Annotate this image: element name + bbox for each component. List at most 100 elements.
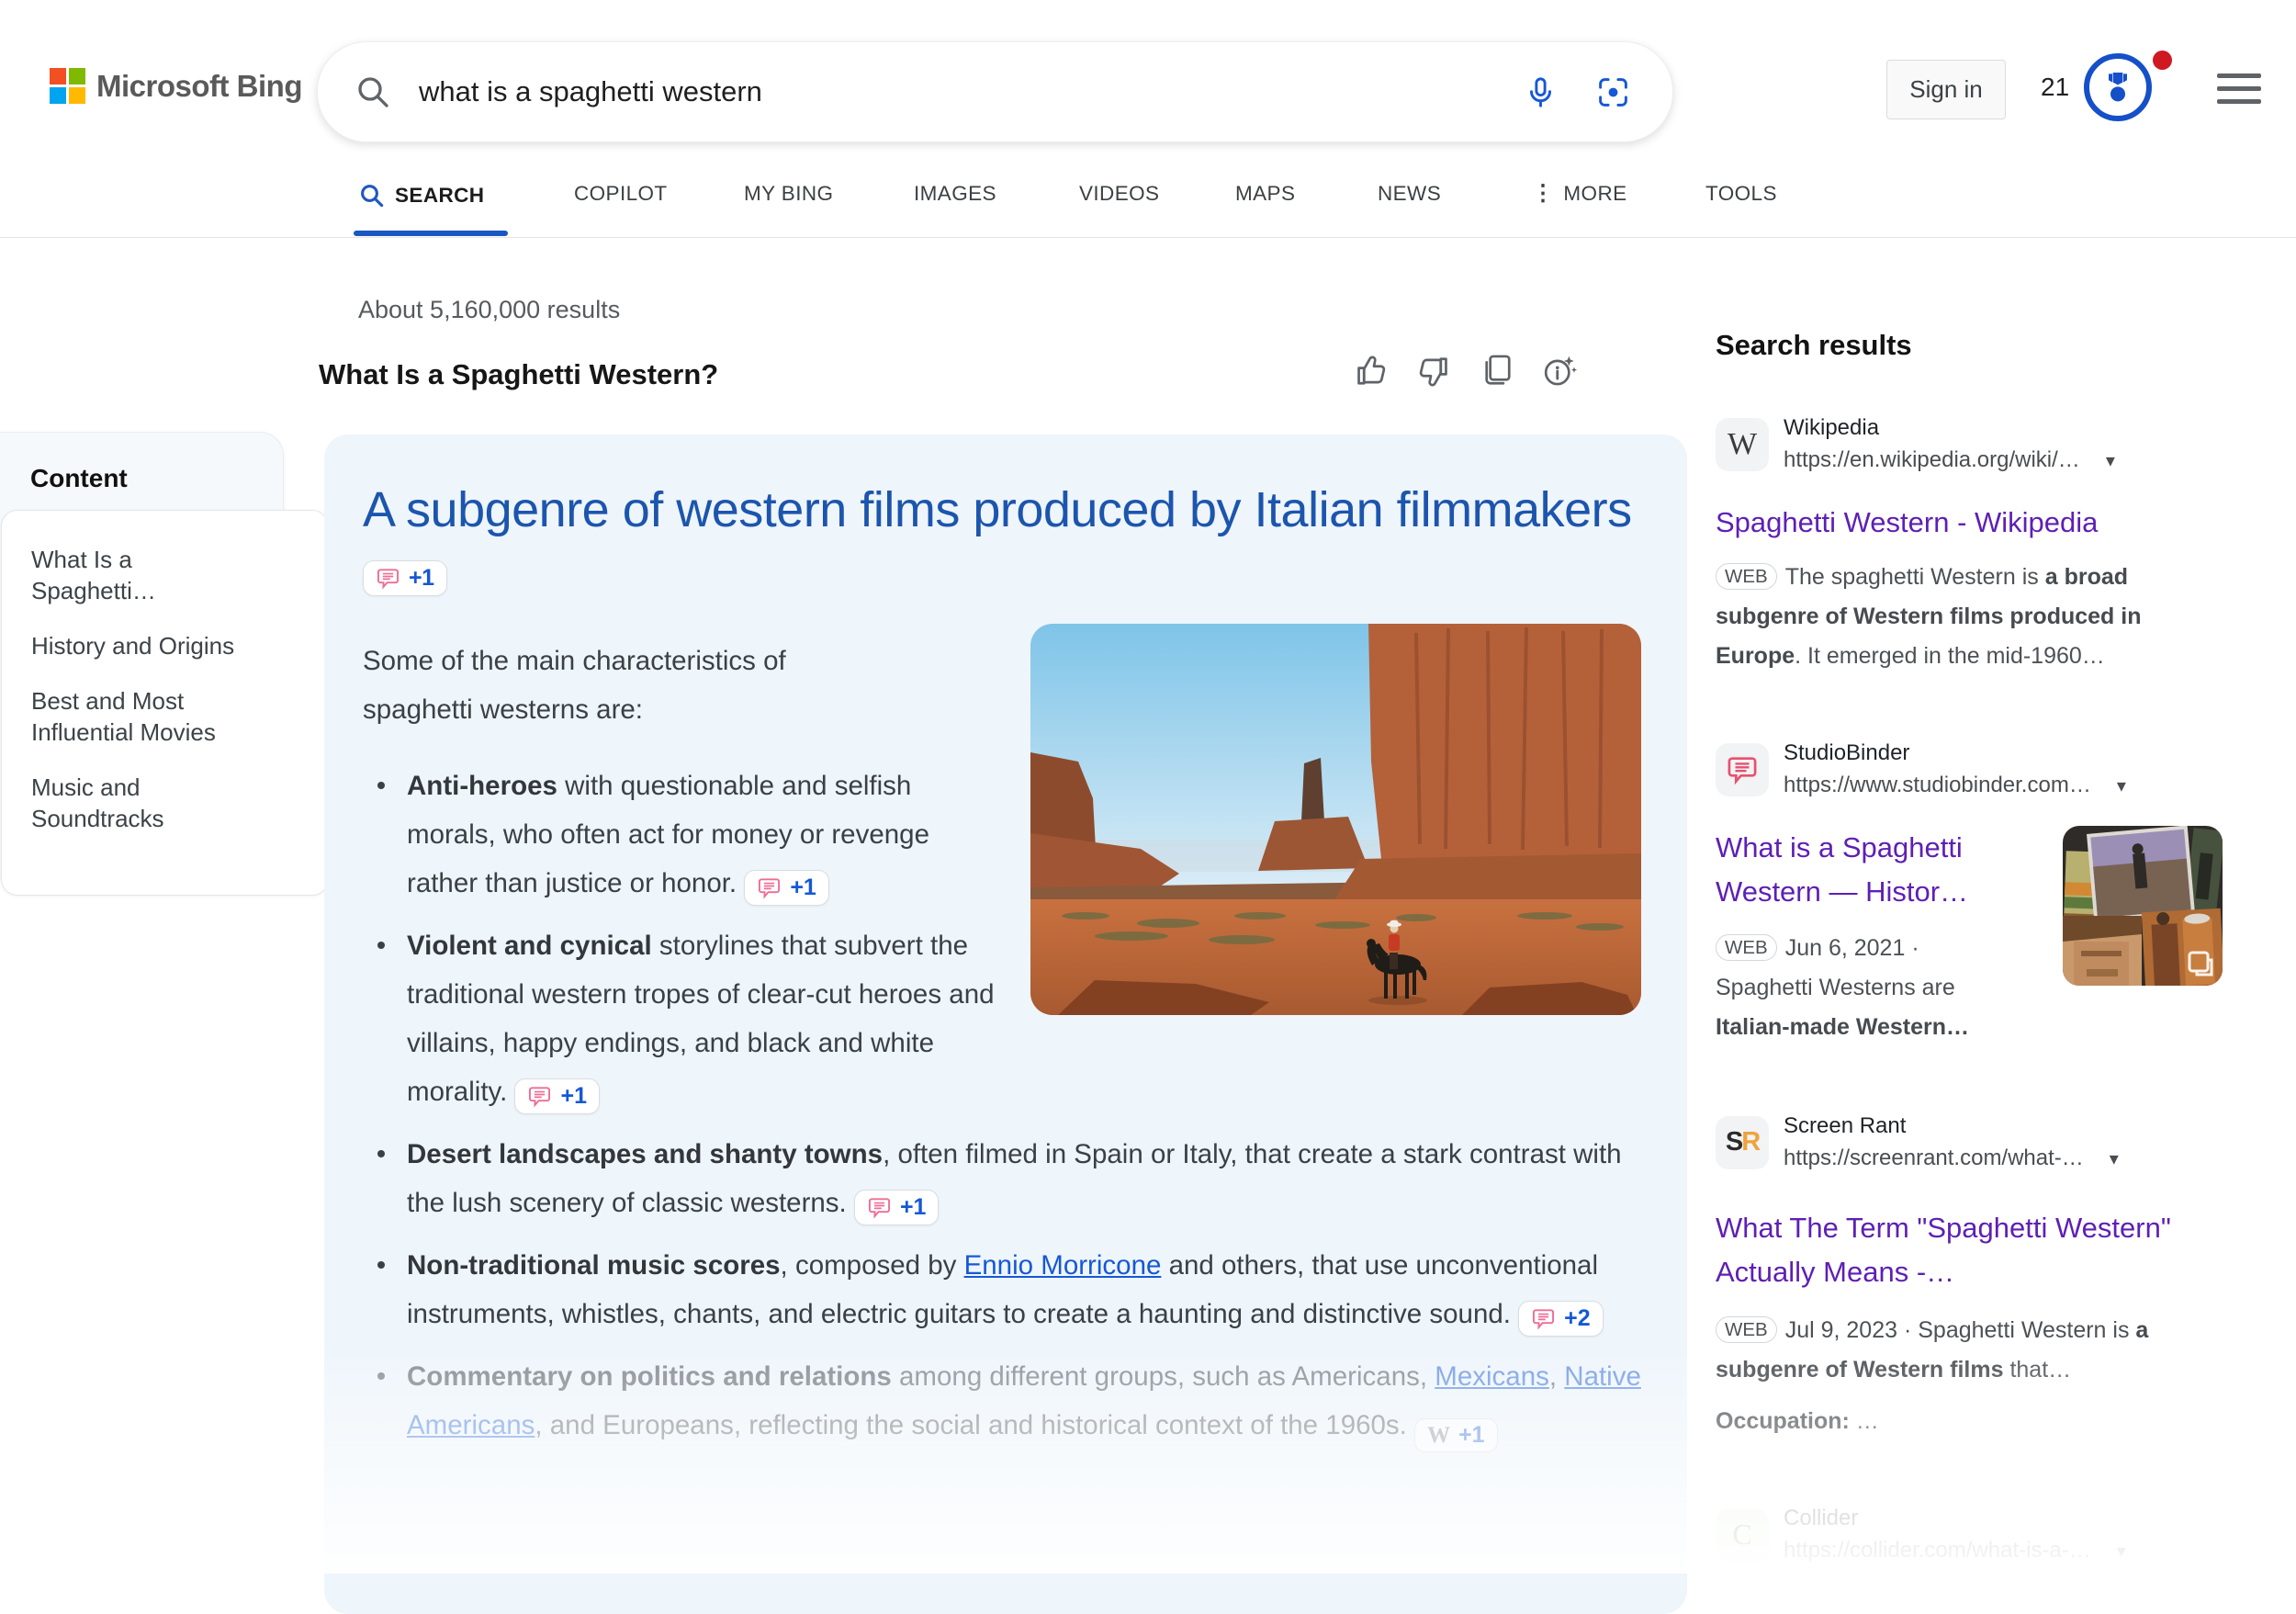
tab-tools[interactable]: TOOLS (1705, 182, 1777, 206)
rewards-widget[interactable]: 21 (2041, 53, 2152, 121)
site-url: https://collider.com/what-is-a-… (1784, 1538, 2091, 1563)
copy-icon[interactable] (1479, 353, 1514, 389)
list-item: Non-traditional music scores, composed b… (363, 1241, 1641, 1338)
citation-badge[interactable]: W+1 (1414, 1418, 1498, 1452)
chat-bubble-icon (867, 1195, 892, 1220)
wikipedia-source-icon: W (1427, 1424, 1450, 1447)
microsoft-logo-icon (50, 68, 85, 104)
result-wikipedia: W Wikipedia https://en.wikipedia.org/wik… (1716, 415, 2223, 676)
microphone-icon[interactable] (1524, 75, 1558, 109)
link-ennio-morricone[interactable]: Ennio Morricone (964, 1250, 1162, 1281)
site-url: https://www.studiobinder.com… (1784, 773, 2091, 798)
studiobinder-favicon (1716, 743, 1769, 796)
citation-badge[interactable]: +1 (744, 870, 829, 906)
chat-bubble-icon (527, 1084, 552, 1109)
tab-videos[interactable]: VIDEOS (1079, 182, 1159, 206)
search-input[interactable] (417, 74, 1524, 109)
result-snippet: WEBJun 6, 2021 · Spaghetti Westerns are … (1716, 929, 2019, 1047)
result-screenrant: SR Screen Rant https://screenrant.com/wh… (1716, 1113, 2223, 1441)
citation-badge[interactable]: +1 (514, 1078, 600, 1114)
content-item-history[interactable]: History and Origins (31, 630, 250, 661)
site-url: https://screenrant.com/what-… (1784, 1146, 2084, 1171)
rewards-count: 21 (2041, 73, 2069, 102)
thumbs-down-icon[interactable] (1416, 353, 1451, 389)
tab-copilot[interactable]: COPILOT (574, 182, 668, 206)
site-name: Wikipedia (1784, 415, 2115, 441)
web-tag: WEB (1716, 1316, 1777, 1343)
hamburger-menu-button[interactable] (2217, 73, 2261, 104)
web-tag: WEB (1716, 934, 1777, 961)
tab-images[interactable]: IMAGES (914, 182, 996, 206)
search-tab-icon (358, 182, 386, 209)
search-icon[interactable] (355, 73, 391, 110)
result-source-link[interactable]: SR Screen Rant https://screenrant.com/wh… (1716, 1113, 2223, 1171)
content-outline-panel: Content What Is a Spaghetti… History and… (0, 432, 284, 877)
brand-text: Microsoft Bing (96, 69, 302, 104)
bing-logo[interactable]: Microsoft Bing (50, 68, 302, 104)
notification-dot (2153, 51, 2172, 70)
chat-bubble-icon (376, 566, 400, 591)
more-dots-icon: ⋮ (1532, 183, 1554, 205)
thumbs-up-icon[interactable] (1354, 353, 1389, 389)
search-results-rail: Search results W Wikipedia https://en.wi… (1716, 329, 2223, 1563)
link-mexicans[interactable]: Mexicans (1435, 1361, 1549, 1392)
chevron-down-icon[interactable]: ▾ (2117, 1540, 2126, 1563)
screenrant-favicon: SR (1716, 1116, 1769, 1169)
result-source-link[interactable]: C Collider https://collider.com/what-is-… (1716, 1506, 2223, 1563)
collider-favicon: C (1716, 1508, 1769, 1562)
citation-badge[interactable]: +1 (854, 1190, 940, 1225)
result-collider: C Collider https://collider.com/what-is-… (1716, 1506, 2223, 1563)
list-item: Commentary on politics and relations amo… (363, 1352, 1641, 1452)
result-title[interactable]: What is a Spaghetti Western — Histor… (1716, 826, 2019, 914)
result-source-link[interactable]: W Wikipedia https://en.wikipedia.org/wik… (1716, 415, 2223, 473)
chevron-down-icon[interactable]: ▾ (2117, 774, 2126, 797)
nav-bar: SEARCH COPILOT MY BING IMAGES VIDEOS MAP… (0, 156, 2296, 238)
result-occupation-line: Occupation: … (1716, 1402, 2223, 1441)
site-name: Screen Rant (1784, 1113, 2119, 1139)
tab-my-bing[interactable]: MY BING (744, 182, 833, 206)
visual-search-icon[interactable] (1596, 75, 1630, 109)
rail-title: Search results (1716, 329, 2223, 362)
citation-badge[interactable]: +2 (1518, 1301, 1604, 1337)
page-title: What Is a Spaghetti Western? (319, 358, 718, 391)
chat-bubble-icon (1531, 1306, 1556, 1331)
tab-more[interactable]: ⋮ MORE (1532, 182, 1627, 206)
answer-intro: Some of the main characteristics of spag… (363, 637, 877, 734)
list-item: Desert landscapes and shanty towns, ofte… (363, 1130, 1641, 1227)
result-source-link[interactable]: StudioBinder https://www.studiobinder.co… (1716, 740, 2223, 798)
list-item: Violent and cynical storylines that subv… (363, 921, 1641, 1116)
answer-card: A subgenre of western films produced by … (324, 435, 1687, 1614)
active-tab-underline (354, 231, 508, 236)
site-name: StudioBinder (1784, 740, 2126, 766)
web-tag: WEB (1716, 563, 1777, 590)
tab-search[interactable]: SEARCH (358, 182, 484, 209)
content-panel-title: Content (30, 464, 128, 493)
rewards-medal-icon (2084, 53, 2152, 121)
ai-info-icon[interactable] (1541, 353, 1578, 389)
result-title[interactable]: What The Term "Spaghetti Western" Actual… (1716, 1206, 2223, 1294)
content-panel-card: What Is a Spaghetti… History and Origins… (1, 510, 329, 896)
citation-badge[interactable]: +1 (363, 560, 447, 596)
site-name: Collider (1784, 1506, 2126, 1531)
chevron-down-icon[interactable]: ▾ (2110, 1147, 2119, 1170)
characteristics-list: Anti-heroes with questionable and selfis… (363, 762, 1641, 1452)
list-item: Anti-heroes with questionable and selfis… (363, 762, 1641, 908)
result-studiobinder: StudioBinder https://www.studiobinder.co… (1716, 740, 2223, 1047)
tab-maps[interactable]: MAPS (1235, 182, 1295, 206)
site-url: https://en.wikipedia.org/wiki/… (1784, 447, 2080, 473)
answer-heading: A subgenre of western films produced by … (363, 475, 1641, 615)
content-item-best-movies[interactable]: Best and Most Influential Movies (31, 685, 250, 748)
chevron-down-icon[interactable]: ▾ (2106, 449, 2115, 472)
result-title[interactable]: Spaghetti Western - Wikipedia (1716, 501, 2223, 545)
chat-bubble-icon (757, 875, 782, 900)
result-snippet: WEBJul 9, 2023 · Spaghetti Western is a … (1716, 1311, 2223, 1390)
chat-bubble-icon (1726, 753, 1759, 786)
content-item-music[interactable]: Music and Soundtracks (31, 772, 250, 834)
result-snippet: WEBThe spaghetti Western is a broad subg… (1716, 558, 2223, 676)
result-thumbnail[interactable] (2063, 826, 2223, 986)
tab-news[interactable]: NEWS (1378, 182, 1441, 206)
sign-in-button[interactable]: Sign in (1886, 60, 2006, 119)
content-item-what-is[interactable]: What Is a Spaghetti… (31, 544, 250, 606)
results-count: About 5,160,000 results (358, 296, 620, 324)
search-box[interactable] (317, 41, 1673, 142)
